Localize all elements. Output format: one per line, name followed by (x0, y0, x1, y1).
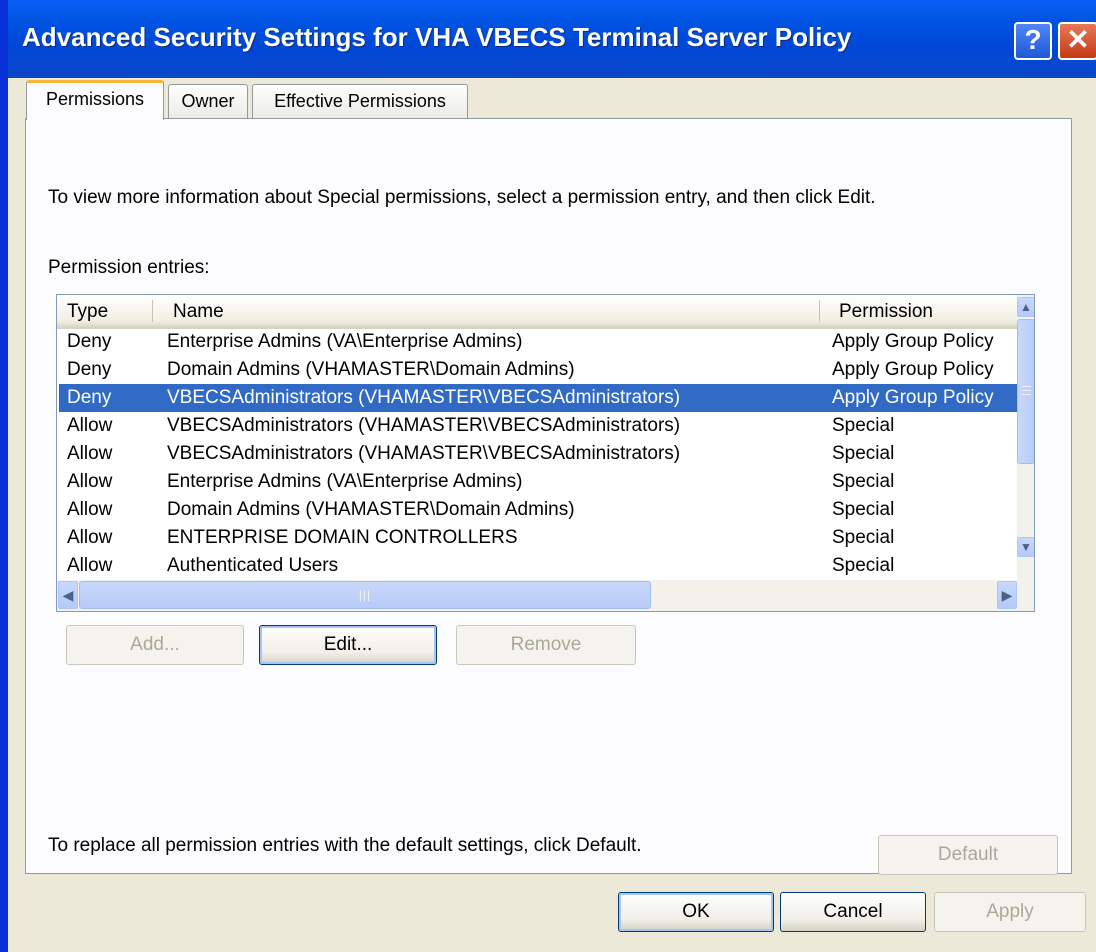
help-icon: ? (1024, 24, 1042, 55)
tab-owner[interactable]: Owner (168, 84, 248, 118)
list-rows: Deny Enterprise Admins (VA\Enterprise Ad… (57, 328, 1017, 580)
vertical-scrollbar[interactable]: ▲ ▼ (1017, 295, 1034, 580)
row-type: Allow (67, 499, 113, 520)
chevron-down-icon: ▼ (1020, 540, 1032, 554)
column-divider[interactable] (152, 300, 153, 322)
button-label: Apply (986, 901, 1034, 922)
tab-label: Owner (181, 91, 235, 111)
button-label: OK (682, 901, 710, 922)
permissions-panel: To view more information about Special p… (25, 118, 1072, 875)
button-label: Default (937, 844, 999, 865)
tab-effective-permissions[interactable]: Effective Permissions (252, 84, 468, 118)
table-row[interactable]: Allow ENTERPRISE DOMAIN CONTROLLERS Spec… (57, 524, 1017, 552)
horizontal-scroll-thumb[interactable]: ||| (79, 581, 651, 609)
table-row[interactable]: Allow Enterprise Admins (VA\Enterprise A… (57, 468, 1017, 496)
info-text: To view more information about Special p… (48, 187, 876, 208)
row-name: VBECSAdministrators (VHAMASTER\VBECSAdmi… (167, 443, 681, 464)
horizontal-scrollbar[interactable]: ◀ ||| ▶ (57, 580, 1034, 611)
row-permission: Apply Group Policy (832, 387, 994, 408)
row-name: Domain Admins (VHAMASTER\Domain Admins) (167, 359, 575, 380)
edit-button[interactable]: Edit... (259, 625, 437, 665)
row-permission: Special (832, 527, 895, 548)
row-name: Enterprise Admins (VA\Enterprise Admins) (167, 331, 523, 352)
dialog-client: Permissions Owner Effective Permissions … (8, 78, 1096, 952)
chevron-right-icon: ▶ (1001, 587, 1013, 603)
row-permission: Special (832, 471, 895, 492)
table-row[interactable]: Allow VBECSAdministrators (VHAMASTER\VBE… (57, 412, 1017, 440)
add-button[interactable]: Add... (66, 625, 244, 665)
row-name: ENTERPRISE DOMAIN CONTROLLERS (167, 527, 518, 548)
row-type: Deny (67, 331, 112, 352)
row-permission: Apply Group Policy (832, 331, 994, 352)
chevron-up-icon: ▲ (1020, 300, 1032, 314)
column-header-permission[interactable]: Permission (839, 301, 933, 323)
scroll-left-button[interactable]: ◀ (58, 581, 78, 609)
row-type: Deny (67, 359, 112, 380)
table-row-selected[interactable]: Deny VBECSAdministrators (VHAMASTER\VBEC… (57, 384, 1017, 412)
grip-line (1022, 394, 1031, 395)
row-type: Allow (67, 415, 113, 436)
list-header: Type Name Permission (57, 295, 1017, 329)
row-type: Allow (67, 555, 113, 576)
apply-button[interactable]: Apply (934, 892, 1086, 932)
row-permission: Special (832, 555, 895, 576)
grip-line (1022, 390, 1031, 391)
close-icon: ✕ (1066, 24, 1090, 55)
button-label: Add... (130, 634, 180, 655)
tab-permissions[interactable]: Permissions (26, 80, 164, 120)
row-name: Enterprise Admins (VA\Enterprise Admins) (167, 471, 523, 492)
table-row[interactable]: Allow Authenticated Users Special (57, 552, 1017, 580)
button-label: Cancel (823, 901, 883, 922)
scroll-right-button[interactable]: ▶ (997, 581, 1017, 609)
row-name: Authenticated Users (167, 555, 339, 576)
permission-entries-label: Permission entries: (48, 257, 210, 278)
chevron-left-icon: ◀ (62, 587, 74, 603)
ok-button[interactable]: OK (618, 892, 774, 932)
scroll-up-button[interactable]: ▲ (1017, 297, 1034, 317)
remove-button[interactable]: Remove (456, 625, 636, 665)
tab-label: Effective Permissions (274, 91, 446, 111)
row-permission: Special (832, 415, 895, 436)
close-button[interactable]: ✕ (1058, 22, 1096, 60)
window-border (0, 0, 8, 952)
row-type: Allow (67, 527, 113, 548)
row-name: Domain Admins (VHAMASTER\Domain Admins) (167, 499, 575, 520)
title-bar[interactable]: Advanced Security Settings for VHA VBECS… (8, 0, 1096, 78)
grip-icon: ||| (358, 588, 372, 602)
table-row[interactable]: Deny Domain Admins (VHAMASTER\Domain Adm… (57, 356, 1017, 384)
permission-entries-list[interactable]: Type Name Permission Deny Enterprise Adm… (56, 294, 1035, 612)
row-type: Allow (67, 471, 113, 492)
row-permission: Special (832, 499, 895, 520)
row-name: VBECSAdministrators (VHAMASTER\VBECSAdmi… (167, 387, 681, 408)
cancel-button[interactable]: Cancel (780, 892, 926, 932)
button-label: Edit... (323, 634, 373, 655)
vertical-scroll-thumb[interactable] (1017, 319, 1034, 464)
column-header-type[interactable]: Type (67, 301, 108, 323)
row-type: Deny (67, 387, 112, 408)
column-divider[interactable] (819, 300, 820, 322)
table-row[interactable]: Deny Enterprise Admins (VA\Enterprise Ad… (57, 328, 1017, 356)
row-permission: Special (832, 443, 895, 464)
grip-line (1022, 386, 1031, 387)
row-type: Allow (67, 443, 113, 464)
default-button[interactable]: Default (878, 835, 1058, 875)
button-label: Remove (510, 634, 582, 655)
row-name: VBECSAdministrators (VHAMASTER\VBECSAdmi… (167, 415, 681, 436)
window-title: Advanced Security Settings for VHA VBECS… (22, 22, 852, 52)
table-row[interactable]: Allow VBECSAdministrators (VHAMASTER\VBE… (57, 440, 1017, 468)
help-button[interactable]: ? (1014, 22, 1052, 60)
row-permission: Apply Group Policy (832, 359, 994, 380)
scroll-down-button[interactable]: ▼ (1017, 537, 1034, 557)
tab-label: Permissions (45, 89, 145, 109)
table-row[interactable]: Allow Domain Admins (VHAMASTER\Domain Ad… (57, 496, 1017, 524)
column-header-name[interactable]: Name (173, 301, 224, 323)
replace-info-text: To replace all permission entries with t… (48, 835, 642, 856)
